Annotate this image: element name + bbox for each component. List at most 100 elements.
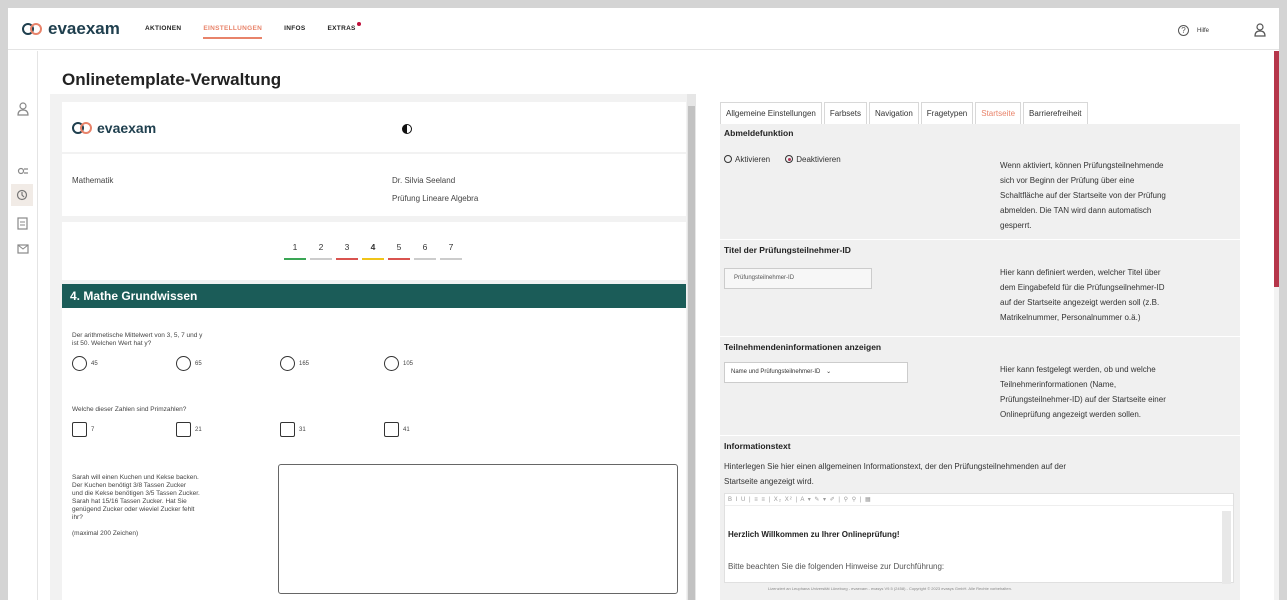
checkbox-option[interactable]: 41 (384, 422, 488, 437)
nav-infos[interactable]: INFOS (284, 25, 305, 32)
contrast-toggle-icon[interactable] (402, 124, 412, 134)
checkbox-icon (72, 422, 87, 437)
titel-id-section: Titel der Prüfungsteilnehmer-ID Prüfungs… (720, 241, 1240, 337)
radio-deaktivieren[interactable]: Deaktivieren (785, 154, 841, 164)
help-link[interactable]: ? Hilfe (1178, 25, 1209, 36)
description-line: Startseite angezeigt wird. (724, 477, 814, 486)
preview-scrollbar[interactable] (687, 94, 696, 600)
editor-body-text: Bitte beachten Sie die folgenden Hinweis… (728, 562, 945, 571)
informationstext-description: Hinterlegen Sie hier einen allgemeinen I… (724, 459, 1232, 489)
question-3-line: Der Kuchen benötigt 3/8 Tassen Zucker (72, 482, 187, 489)
page-scrollbar[interactable] (1274, 51, 1279, 600)
editor-toolbar[interactable]: B I U | ≡ ≡ | X₂ X² | A ▾ ✎ ▾ ✐ | ⚲ ⚲ | … (725, 494, 1233, 506)
brand-logo[interactable]: evaexam (22, 19, 120, 39)
footer-copyright: Lizenziert an Leuphana Universität Lüneb… (768, 586, 1012, 591)
radio-circle-icon (176, 356, 191, 371)
main-menu: AKTIONEN EINSTELLUNGEN INFOS EXTRAS (145, 22, 378, 39)
page-number-3[interactable]: 3 (336, 242, 358, 260)
abmeldefunktion-section: Abmeldefunktion Aktivieren Deaktivieren … (720, 124, 1240, 240)
preview-scrollbar-thumb[interactable] (688, 106, 695, 600)
description-line: dem Eingabefeld für die Prüfungseilnehme… (1000, 283, 1165, 292)
sidebar-item-templates[interactable] (11, 184, 33, 206)
description-line: abmelden. Die TAN wird dann automatisch (1000, 206, 1152, 215)
settings-panel: Allgemeine Einstellungen Farbsets Naviga… (712, 100, 1248, 600)
rich-text-editor[interactable]: B I U | ≡ ≡ | X₂ X² | A ▾ ✎ ▾ ✐ | ⚲ ⚲ | … (724, 493, 1234, 584)
page-number-label: 1 (292, 242, 298, 252)
sidebar (8, 51, 38, 600)
section-title: Titel der Prüfungsteilnehmer-ID (724, 245, 851, 255)
option-label: 65 (195, 360, 202, 367)
preview-brand-name: evaexam (97, 120, 157, 136)
chevron-down-icon: ⌄ (826, 369, 832, 375)
sidebar-item-settings[interactable] (15, 163, 30, 178)
preview-exam-info-card: Mathematik Dr. Silvia Seeland Prüfung Li… (62, 154, 686, 216)
radio-option[interactable]: 65 (176, 356, 280, 371)
page-status-bar (388, 258, 410, 260)
preview-lecturer: Dr. Silvia Seeland (392, 176, 456, 185)
radio-option[interactable]: 105 (384, 356, 488, 371)
teilnehmerinfo-select[interactable]: Name und Prüfungsteilnehmer-ID ⌄ (724, 362, 908, 383)
question-1-line-2: ist 50. Welchen Wert hat y? (72, 340, 152, 347)
checkbox-icon (176, 422, 191, 437)
user-menu[interactable] (1254, 22, 1266, 41)
question-3-line: ihr? (72, 514, 83, 521)
page-status-bar (414, 258, 436, 260)
user-icon (1254, 23, 1266, 37)
page-status-bar (440, 258, 462, 260)
preview-logo: evaexam (72, 120, 156, 136)
radio-option[interactable]: 165 (280, 356, 384, 371)
page-number-1[interactable]: 1 (284, 242, 306, 260)
editor-scrollbar[interactable] (1222, 511, 1231, 584)
radio-selected-icon (785, 155, 794, 163)
user-icon (16, 101, 29, 116)
page-number-list: 1 2 3 4 5 6 7 (284, 242, 462, 260)
page-number-5[interactable]: 5 (388, 242, 410, 260)
notification-dot (356, 22, 361, 26)
page-number-7[interactable]: 7 (440, 242, 462, 260)
radio-option[interactable]: 45 (72, 356, 176, 371)
checkbox-option[interactable]: 31 (280, 422, 384, 437)
page-scrollbar-thumb[interactable] (1274, 51, 1279, 287)
tab-farbsets[interactable]: Farbsets (823, 102, 867, 124)
answer-textarea[interactable] (278, 464, 678, 594)
radio-aktivieren[interactable]: Aktivieren (724, 155, 770, 164)
nav-aktionen[interactable]: AKTIONEN (145, 25, 181, 32)
help-icon: ? (1178, 25, 1189, 36)
preview-page-navigation: 1 2 3 4 5 6 7 (62, 222, 686, 280)
tab-barrierefreiheit[interactable]: Barrierefreiheit (1023, 102, 1088, 124)
question-2-options: 7 21 31 41 (72, 422, 488, 437)
option-label: 41 (403, 426, 410, 433)
radio-circle-icon (72, 356, 87, 371)
sidebar-item-user[interactable] (15, 101, 30, 116)
sidebar-item-documents[interactable] (15, 216, 30, 231)
app-window: evaexam AKTIONEN EINSTELLUNGEN INFOS EXT… (8, 8, 1279, 600)
page-number-4[interactable]: 4 (362, 242, 384, 260)
sidebar-item-mail[interactable] (15, 241, 30, 256)
tab-fragetypen[interactable]: Fragetypen (920, 102, 974, 124)
document-icon (17, 217, 28, 230)
tab-startseite[interactable]: Startseite (975, 102, 1022, 124)
tab-allgemeine-einstellungen[interactable]: Allgemeine Einstellungen (720, 102, 822, 124)
radio-circle-icon (384, 356, 399, 371)
evaexam-logo-icon (72, 122, 92, 134)
page-number-label: 7 (448, 242, 454, 252)
template-icon (16, 189, 28, 201)
checkbox-option[interactable]: 21 (176, 422, 280, 437)
nav-extras[interactable]: EXTRAS (328, 22, 361, 32)
description-line: Hinterlegen Sie hier einen allgemeinen I… (724, 462, 1066, 471)
informationstext-section: Informationstext Hinterlegen Sie hier ei… (720, 437, 1240, 600)
tab-navigation[interactable]: Navigation (868, 102, 919, 124)
id-title-input[interactable]: Prüfungsteilnehmer-ID (724, 268, 872, 289)
option-label: 45 (91, 360, 98, 367)
description-line: gesperrt. (1000, 221, 1032, 230)
checkbox-icon (384, 422, 399, 437)
top-navigation-bar: evaexam AKTIONEN EINSTELLUNGEN INFOS EXT… (8, 8, 1279, 50)
nav-einstellungen[interactable]: EINSTELLUNGEN (203, 25, 262, 39)
settings-tabs: Allgemeine Einstellungen Farbsets Naviga… (720, 102, 1090, 124)
page-number-2[interactable]: 2 (310, 242, 332, 260)
page-number-6[interactable]: 6 (414, 242, 436, 260)
checkbox-option[interactable]: 7 (72, 422, 176, 437)
template-preview: evaexam Mathematik Dr. Silvia Seeland Pr… (50, 94, 694, 600)
radio-label: Deaktivieren (796, 154, 841, 164)
description-line: Schaltfläche auf der Startseite von der … (1000, 191, 1166, 200)
